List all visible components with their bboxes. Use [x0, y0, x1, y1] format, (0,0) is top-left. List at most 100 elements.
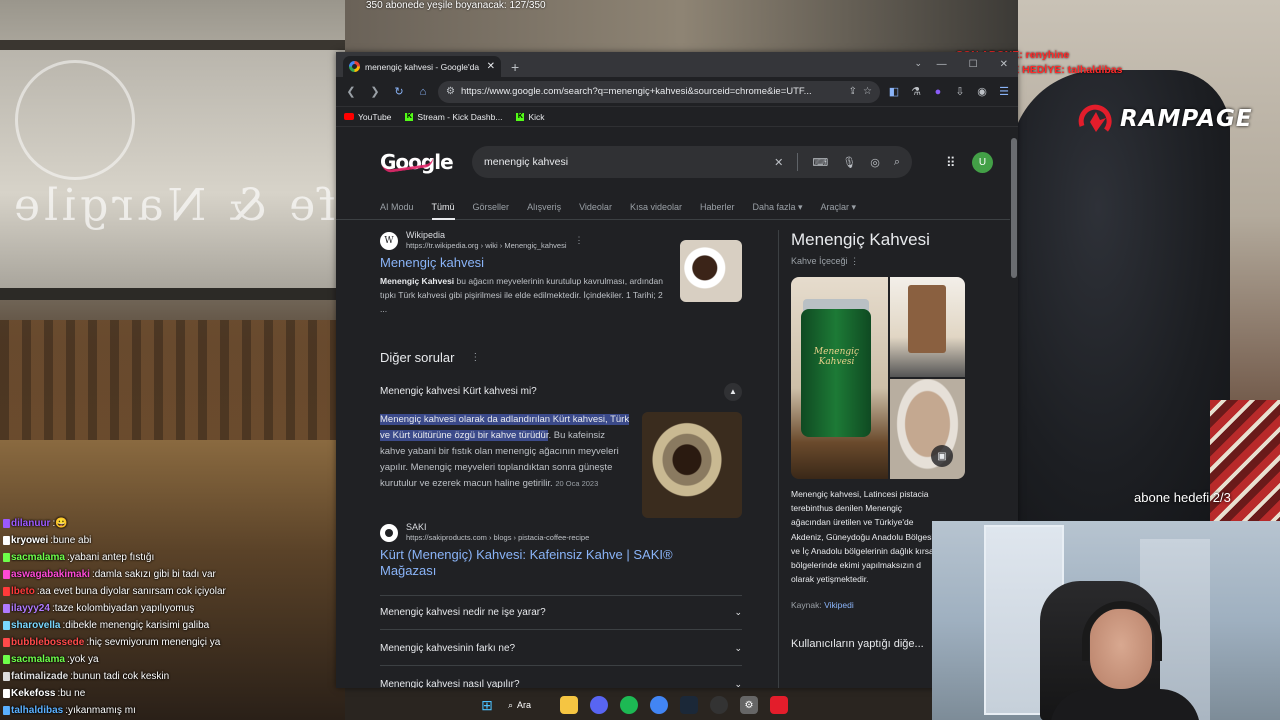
site-info-icon[interactable]: ⚙	[446, 86, 455, 97]
minimize-icon[interactable]: —	[937, 59, 947, 70]
maximize-icon[interactable]: ☐	[969, 59, 978, 70]
kp-image-jar[interactable]: Menengiç Kahvesi	[791, 277, 888, 479]
image-gallery-icon[interactable]: ▣	[931, 445, 953, 467]
chat-username[interactable]: sacmalama	[11, 549, 65, 566]
kp-image-grid[interactable]: Menengiç Kahvesi ▣	[791, 277, 965, 479]
chat-message: sacmalama: yok ya	[0, 651, 345, 668]
browser-tab[interactable]: menengiç kahvesi - Google'da ✕	[343, 56, 501, 77]
extension-icon[interactable]: ◧	[886, 85, 902, 98]
chat-text: damla sakızı gibi bi tadı var	[94, 569, 216, 580]
kp-image-bowl[interactable]	[890, 379, 965, 479]
share-icon[interactable]: ⇪	[849, 86, 857, 97]
chat-username[interactable]: sharovella	[11, 617, 60, 634]
close-tab-icon[interactable]: ✕	[487, 61, 495, 72]
result-source[interactable]: SAKI https://sakiproducts.com › blogs › …	[380, 522, 742, 543]
kp-source-link[interactable]: Vikipedi	[824, 600, 854, 610]
chat-username[interactable]: bubblebossede	[11, 634, 84, 651]
chat-username[interactable]: dilanuur	[11, 515, 50, 532]
tab-more[interactable]: Daha fazla ▾	[752, 196, 802, 220]
chat-text: dibekle menengiç karisimi galiba	[65, 620, 210, 631]
chrome-icon[interactable]	[650, 696, 668, 714]
bookmark-youtube[interactable]: YouTube	[344, 112, 391, 122]
reload-icon[interactable]: ↻	[390, 83, 408, 101]
search-icon[interactable]: ⌕	[894, 156, 900, 169]
home-icon[interactable]: ⌂	[414, 83, 432, 101]
tab-images[interactable]: Görseller	[473, 196, 510, 220]
kick-icon: K	[405, 112, 414, 121]
search-input[interactable]: menengiç kahvesi ✕ ⌨ 🎙 ◎ ⌕	[472, 146, 912, 178]
tab-shopping[interactable]: Alışveriş	[527, 196, 561, 220]
taskbar-search-label: Ara	[517, 700, 532, 710]
kp-image-bag[interactable]	[890, 277, 965, 377]
chevron-up-icon[interactable]: ▲	[724, 382, 742, 401]
back-icon[interactable]: ❮	[342, 83, 360, 101]
paa-thumbnail[interactable]	[642, 412, 742, 518]
file-explorer-icon[interactable]	[560, 696, 578, 714]
paa-question-expanded[interactable]: Menengiç kahvesi Kürt kahvesi mi? ▲	[380, 374, 742, 409]
chat-username[interactable]: ilayyy24	[11, 600, 50, 617]
profile-extension-icon[interactable]: ●	[930, 86, 946, 98]
tab-tools[interactable]: Araçlar ▾	[821, 196, 857, 220]
chevron-down-icon[interactable]: ⌄	[734, 643, 742, 654]
bookmark-kick-dashboard[interactable]: K Stream - Kick Dashb...	[405, 112, 502, 122]
chat-message: ilayyy24: taze kolombiyadan yapılıyomuş	[0, 600, 345, 617]
mic-icon[interactable]: 🎙	[842, 156, 856, 169]
kp-title: Menengiç Kahvesi	[791, 230, 930, 249]
tab-title: menengiç kahvesi - Google'da	[365, 61, 480, 72]
lab-icon[interactable]: ⚗	[908, 85, 924, 98]
lens-icon[interactable]: ◎	[870, 156, 880, 169]
app-icon[interactable]	[710, 696, 728, 714]
tab-search-icon[interactable]: ⌄	[914, 58, 922, 69]
result-title[interactable]: Kürt (Menengiç) Kahvesi: Kafeinsiz Kahve…	[380, 547, 700, 579]
chat-username[interactable]: sacmalama	[11, 651, 65, 668]
chat-username[interactable]: fatimalizade	[11, 668, 68, 685]
download-icon[interactable]: ⇩	[952, 85, 968, 98]
google-logo[interactable]: Google	[380, 150, 454, 174]
menu-icon[interactable]: ☰	[996, 85, 1012, 98]
chevron-down-icon[interactable]: ⌄	[734, 679, 742, 689]
spotify-icon[interactable]	[620, 696, 638, 714]
taskbar-search[interactable]: ⌕ Ara	[508, 700, 548, 711]
steam-icon[interactable]	[680, 696, 698, 714]
paa-question[interactable]: Menengiç kahvesi nedir ne işe yarar? ⌄	[380, 595, 742, 630]
paa-question[interactable]: Menengiç kahvesinin farkı ne? ⌄	[380, 631, 742, 666]
avatar[interactable]: U	[972, 152, 993, 173]
chat-badge-icon	[3, 587, 10, 596]
keyboard-icon[interactable]: ⌨	[812, 156, 828, 169]
tab-videos[interactable]: Videolar	[579, 196, 612, 220]
tab-short-videos[interactable]: Kısa videolar	[630, 196, 682, 220]
chat-username[interactable]: aswagabakimaki	[11, 566, 90, 583]
tab-news[interactable]: Haberler	[700, 196, 735, 220]
chat-username[interactable]: Kekefoss	[11, 685, 55, 702]
discord-icon[interactable]	[590, 696, 608, 714]
vivaldi-icon[interactable]	[770, 696, 788, 714]
address-bar[interactable]: ⚙ https://www.google.com/search?q=meneng…	[438, 80, 880, 103]
close-window-icon[interactable]: ✕	[1000, 59, 1008, 70]
apps-grid-icon[interactable]: ⠿	[946, 155, 956, 171]
more-vert-icon[interactable]: ⋮	[575, 235, 584, 246]
bookmark-star-icon[interactable]: ☆	[863, 86, 872, 97]
bookmark-kick[interactable]: K Kick	[516, 112, 545, 122]
chat-badge-icon	[3, 553, 10, 562]
paa-question[interactable]: Menengiç kahvesi nasıl yapılır? ⌄	[380, 667, 742, 689]
new-tab-icon[interactable]: +	[511, 59, 519, 75]
chevron-down-icon[interactable]: ⌄	[734, 607, 742, 618]
more-vert-icon[interactable]: ⋮	[850, 256, 859, 266]
result-thumbnail[interactable]	[680, 240, 742, 302]
account-icon[interactable]: ◉	[974, 85, 990, 98]
wooden-railing	[0, 320, 345, 450]
person-hood	[1010, 70, 1230, 530]
forward-icon[interactable]: ❯	[366, 83, 384, 101]
chat-username[interactable]: kryowei	[11, 532, 48, 549]
settings-icon[interactable]: ⚙	[740, 696, 758, 714]
chat-username[interactable]: talhaldibas	[11, 702, 63, 719]
jar	[801, 309, 871, 437]
tab-all[interactable]: Tümü	[431, 196, 455, 220]
clear-icon[interactable]: ✕	[774, 156, 783, 169]
chat-username[interactable]: lbeto	[11, 583, 35, 600]
saki-icon	[380, 523, 398, 542]
more-vert-icon[interactable]: ⋮	[470, 352, 480, 363]
windows-start-icon[interactable]: ⊞	[478, 696, 496, 714]
tab-ai-mode[interactable]: AI Modu	[380, 196, 414, 220]
scroll-thumb[interactable]	[1011, 138, 1017, 278]
